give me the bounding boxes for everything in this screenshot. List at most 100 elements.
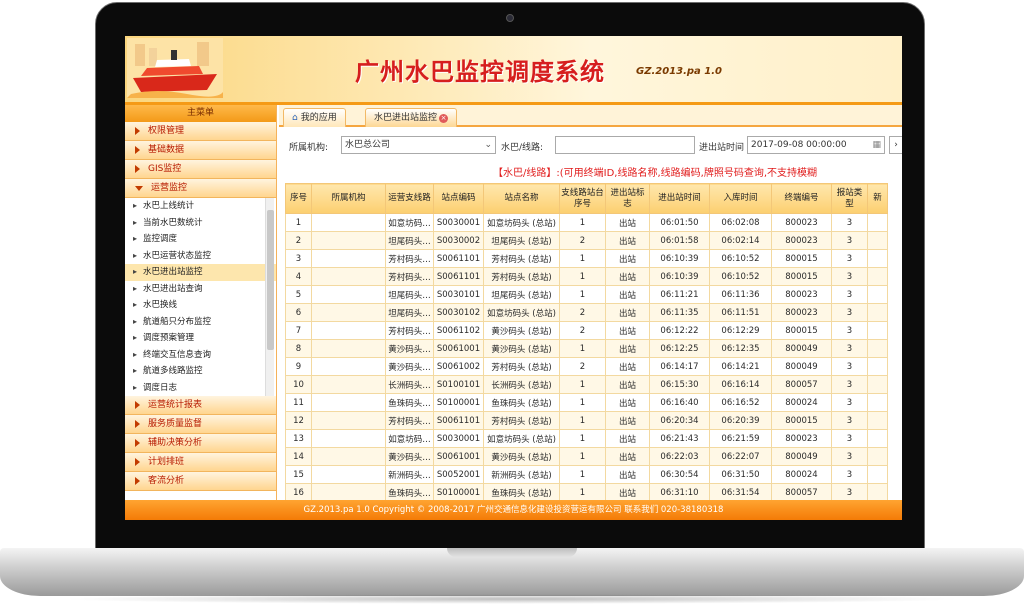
sidebar-group-permissions[interactable]: 权限管理 bbox=[125, 122, 276, 141]
sidebar-group-gis[interactable]: GIS监控 bbox=[125, 160, 276, 179]
table-cell: 06:12:25 bbox=[649, 339, 710, 358]
sidebar-item[interactable]: 水巴换线 bbox=[125, 297, 276, 314]
table-cell: 出站 bbox=[605, 483, 650, 502]
time-input[interactable]: 2017-09-08 00:00:00 ▦ bbox=[747, 136, 885, 154]
app-footer: GZ.2013.pa 1.0 Copyright © 2008-2017 广州交… bbox=[125, 500, 902, 520]
sidebar-scrollbar[interactable] bbox=[265, 198, 274, 396]
table-row[interactable]: 16 鱼珠码头… S0100001 鱼珠码头 (总站) 1 出站 06:31:10 06:31… bbox=[285, 483, 888, 502]
sidebar-item-selected[interactable]: 水巴进出站监控 bbox=[125, 264, 276, 281]
sidebar-item[interactable]: 航道多线路监控 bbox=[125, 363, 276, 380]
table-cell: 06:14:17 bbox=[649, 357, 710, 376]
table-cell: 1 bbox=[559, 393, 606, 412]
table-cell: 06:16:14 bbox=[709, 375, 772, 394]
col-header[interactable]: 入库时间 bbox=[709, 183, 772, 214]
tab-station-monitor[interactable]: 水巴进出站监控 × bbox=[365, 108, 458, 127]
table-cell: 06:14:21 bbox=[709, 357, 772, 376]
table-row[interactable]: 8 黄沙码头… S0061001 黄沙码头 (总站) 1 出站 06:12:25 06:12:… bbox=[285, 339, 888, 358]
table-row[interactable]: 1 如意坊码… S0030001 如意坊码头 (总站) 1 出站 06:01:50 06:02… bbox=[285, 213, 888, 232]
sidebar-group-passenger[interactable]: 客流分析 bbox=[125, 472, 276, 491]
col-header[interactable]: 站点编码 bbox=[433, 183, 484, 214]
table-cell: 06:15:30 bbox=[649, 375, 710, 394]
table-cell: 06:30:54 bbox=[649, 465, 710, 484]
col-header[interactable]: 终端编号 bbox=[771, 183, 832, 214]
calendar-icon[interactable]: ▦ bbox=[872, 137, 881, 153]
org-select[interactable]: 水巴总公司 ⌄ bbox=[341, 136, 496, 154]
sidebar-item[interactable]: 调度日志 bbox=[125, 380, 276, 397]
table-row[interactable]: 4 芳村码头… S0061101 芳村码头 (总站) 1 出站 06:10:39 06:10:… bbox=[285, 267, 888, 286]
sidebar-group-decision[interactable]: 辅助决策分析 bbox=[125, 434, 276, 453]
sidebar-item[interactable]: 监控调度 bbox=[125, 231, 276, 248]
table-row[interactable]: 2 坦尾码头… S0030002 坦尾码头 (总站) 2 出站 06:01:58 06:02:… bbox=[285, 231, 888, 250]
sidebar-submenu: 水巴上线统计 当前水巴数统计 监控调度 水巴运营状态监控 水巴进出站监控 水巴进… bbox=[125, 198, 276, 396]
table-cell: 06:22:03 bbox=[649, 447, 710, 466]
table-row[interactable]: 5 坦尾码头… S0030101 坦尾码头 (总站) 1 出站 06:11:21 06:11:… bbox=[285, 285, 888, 304]
table-row[interactable]: 14 黄沙码头… S0061001 黄沙码头 (总站) 1 出站 06:22:03 06:22… bbox=[285, 447, 888, 466]
table-row[interactable]: 9 黄沙码头… S0061002 芳村码头 (总站) 2 出站 06:14:17 06:14:… bbox=[285, 357, 888, 376]
close-icon[interactable]: × bbox=[439, 114, 449, 123]
search-hint: 【水巴/线路】:(可用终端ID,线路名称,线路编码,牌照号码查询,不支持模糊 bbox=[493, 168, 818, 179]
filter-extra-button[interactable]: › bbox=[889, 136, 902, 154]
col-header[interactable]: 报站类型 bbox=[831, 183, 868, 214]
chevron-right-icon bbox=[135, 458, 140, 466]
table-cell: 出站 bbox=[605, 465, 650, 484]
table-cell: 800023 bbox=[771, 429, 832, 448]
sidebar-item[interactable]: 水巴进出站查询 bbox=[125, 281, 276, 298]
sidebar-item[interactable]: 当前水巴数统计 bbox=[125, 215, 276, 232]
table-row[interactable]: 12 芳村码头… S0061101 芳村码头 (总站) 1 出站 06:20:34 06:20… bbox=[285, 411, 888, 430]
sidebar-item[interactable]: 水巴上线统计 bbox=[125, 198, 276, 215]
table-cell: 3 bbox=[831, 411, 868, 430]
table-cell: 06:31:10 bbox=[649, 483, 710, 502]
table-cell: 06:10:39 bbox=[649, 267, 710, 286]
sidebar-group-operations[interactable]: 运营监控 bbox=[125, 179, 276, 198]
sidebar-group-reports[interactable]: 运营统计报表 bbox=[125, 396, 276, 415]
table-cell: 12 bbox=[285, 411, 312, 430]
sidebar-group-quality[interactable]: 服务质量监督 bbox=[125, 415, 276, 434]
table-cell: 3 bbox=[831, 249, 868, 268]
table-cell: S0030001 bbox=[433, 429, 484, 448]
col-header[interactable]: 序号 bbox=[285, 183, 312, 214]
table-cell: 出站 bbox=[605, 375, 650, 394]
table-cell: 10 bbox=[285, 375, 312, 394]
ship-logo-icon bbox=[127, 38, 223, 98]
sidebar-item[interactable]: 调度预案管理 bbox=[125, 330, 276, 347]
table-cell: 3 bbox=[831, 285, 868, 304]
line-input[interactable] bbox=[555, 136, 695, 154]
col-header[interactable]: 新 bbox=[867, 183, 888, 214]
col-header[interactable]: 进出站时间 bbox=[649, 183, 710, 214]
table-cell: S0061101 bbox=[433, 249, 484, 268]
table-cell: 800023 bbox=[771, 231, 832, 250]
table-row[interactable]: 3 芳村码头… S0061101 芳村码头 (总站) 1 出站 06:10:39 06:10:… bbox=[285, 249, 888, 268]
table-row[interactable]: 6 坦尾码头… S0030102 如意坊码头 (总站) 2 出站 06:11:35 06:11… bbox=[285, 303, 888, 322]
table-row[interactable]: 15 新洲码头… S0052001 新洲码头 (总站) 1 出站 06:30:54 06:31… bbox=[285, 465, 888, 484]
table-cell: 13 bbox=[285, 429, 312, 448]
col-header[interactable]: 运营支线路 bbox=[385, 183, 434, 214]
table-cell: 鱼珠码头 (总站) bbox=[483, 483, 560, 502]
table-cell: 1 bbox=[559, 465, 606, 484]
table-cell: 坦尾码头… bbox=[385, 285, 434, 304]
table-row[interactable]: 10 长洲码头… S0100101 长洲码头 (总站) 1 出站 06:15:30 06:16… bbox=[285, 375, 888, 394]
col-header[interactable]: 所属机构 bbox=[311, 183, 386, 214]
table-cell: 1 bbox=[559, 249, 606, 268]
table-row[interactable]: 13 如意坊码… S0030001 如意坊码头 (总站) 1 出站 06:21:43 06:2… bbox=[285, 429, 888, 448]
table-cell: 16 bbox=[285, 483, 312, 502]
table-cell: 06:10:52 bbox=[709, 267, 772, 286]
col-header[interactable]: 站点名称 bbox=[483, 183, 560, 214]
sidebar-group-schedule[interactable]: 计划排班 bbox=[125, 453, 276, 472]
sidebar-item[interactable]: 水巴运营状态监控 bbox=[125, 248, 276, 265]
table-cell: S0030002 bbox=[433, 231, 484, 250]
laptop-mockup: 广州水巴监控调度系统 GZ.2013.pa 1.0 主菜单 权限管理 基础数据 … bbox=[0, 0, 1024, 606]
table-cell: 06:21:59 bbox=[709, 429, 772, 448]
tab-my-apps[interactable]: ⌂ 我的应用 bbox=[283, 108, 346, 127]
col-header[interactable]: 进出站标志 bbox=[605, 183, 650, 214]
col-header[interactable]: 支线路站台序号 bbox=[559, 183, 606, 214]
scrollbar-thumb[interactable] bbox=[267, 210, 274, 350]
table-cell: 3 bbox=[831, 321, 868, 340]
sidebar-item[interactable]: 航道船只分布监控 bbox=[125, 314, 276, 331]
table-cell: 06:10:52 bbox=[709, 249, 772, 268]
sidebar-item[interactable]: 终端交互信息查询 bbox=[125, 347, 276, 364]
table-cell: S0061101 bbox=[433, 411, 484, 430]
table-cell bbox=[311, 429, 386, 448]
sidebar-group-basic-data[interactable]: 基础数据 bbox=[125, 141, 276, 160]
table-row[interactable]: 7 芳村码头… S0061102 黄沙码头 (总站) 2 出站 06:12:22 06:12:… bbox=[285, 321, 888, 340]
table-row[interactable]: 11 鱼珠码头… S0100001 鱼珠码头 (总站) 1 出站 06:16:40 06:16… bbox=[285, 393, 888, 412]
